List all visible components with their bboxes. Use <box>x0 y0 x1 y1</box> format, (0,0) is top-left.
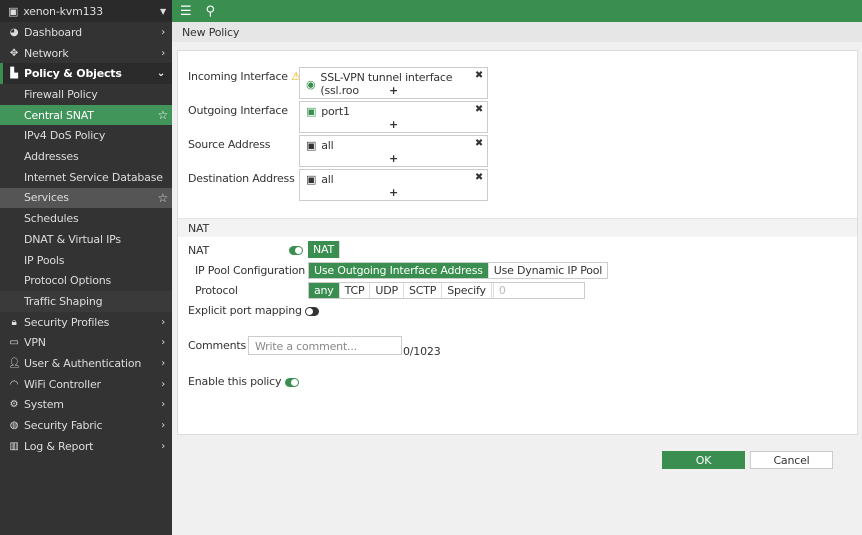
nat-toggle[interactable] <box>289 246 303 255</box>
destination-address-label: Destination Address <box>188 172 295 185</box>
chart-icon: ▥ <box>9 440 19 452</box>
wifi-icon: ◠ <box>9 378 19 390</box>
ip-pool-selector: Use Outgoing Interface Address Use Dynam… <box>308 262 609 279</box>
incoming-interface-field[interactable]: ◉ SSL-VPN tunnel interface (ssl.roo ✖ + <box>299 67 488 99</box>
fabric-icon: ◍ <box>9 420 19 432</box>
comments-label: Comments <box>188 339 247 352</box>
protocol-selector: any TCP UDP SCTP Specify 0 <box>308 282 585 299</box>
chevron-right-icon: › <box>161 26 165 38</box>
sidebar-item-system[interactable]: ⚙︎ System › <box>0 395 172 416</box>
remove-icon[interactable]: ✖ <box>475 138 483 149</box>
sidebar-item-addresses[interactable]: Addresses <box>0 146 172 167</box>
star-icon[interactable]: ☆ <box>157 191 168 205</box>
comments-counter: 0/1023 <box>403 345 441 358</box>
sidebar-item-policy-objects[interactable]: ▙ Policy & Objects ⌄ <box>0 63 172 85</box>
chevron-right-icon: › <box>161 420 165 432</box>
laptop-icon: ▭ <box>9 337 19 349</box>
remove-icon[interactable]: ✖ <box>475 104 483 115</box>
use-outgoing-interface-option[interactable]: Use Outgoing Interface Address <box>309 263 489 278</box>
explicit-port-mapping-toggle[interactable] <box>305 306 320 316</box>
sidebar-item-dashboard[interactable]: ◕ Dashboard › <box>0 22 172 43</box>
sidebar-item-security-fabric[interactable]: ◍ Security Fabric › <box>0 415 172 436</box>
sidebar-item-security-profiles[interactable]: 🔒︎ Security Profiles › <box>0 312 172 333</box>
breadcrumb: New Policy <box>172 22 862 42</box>
sidebar-item-vpn[interactable]: ▭ VPN › <box>0 333 172 354</box>
sidebar-item-wifi[interactable]: ◠ WiFi Controller › <box>0 374 172 395</box>
source-address-field[interactable]: ▣ all ✖ + <box>299 135 488 167</box>
protocol-specify[interactable]: Specify <box>442 283 492 298</box>
sidebar-item-dnat[interactable]: DNAT & Virtual IPs <box>0 229 172 250</box>
sidebar-item-network[interactable]: ✥ Network › <box>0 43 172 64</box>
port-icon: ▣ <box>306 105 317 118</box>
protocol-label: Protocol <box>195 284 238 297</box>
use-dynamic-ip-pool-option[interactable]: Use Dynamic IP Pool <box>489 263 607 278</box>
sidebar-item-log-report[interactable]: ▥ Log & Report › <box>0 436 172 457</box>
policy-form: Incoming Interface ⚠ ◉ SSL-VPN tunnel int… <box>177 50 858 435</box>
chevron-right-icon: › <box>161 440 165 452</box>
sidebar-item-firewall-policy[interactable]: Firewall Policy <box>0 84 172 105</box>
star-icon[interactable]: ☆ <box>157 108 168 122</box>
sidebar-item-schedules[interactable]: Schedules <box>0 208 172 229</box>
add-button[interactable]: + <box>300 84 487 97</box>
chevron-down-icon: ⌄ <box>156 68 165 80</box>
chevron-right-icon: › <box>161 47 165 59</box>
chevron-right-icon: › <box>161 337 165 349</box>
remove-icon[interactable]: ✖ <box>475 70 483 81</box>
sidebar-item-ip-pools[interactable]: IP Pools <box>0 250 172 271</box>
outgoing-interface-field[interactable]: ▣ port1 ✖ + <box>299 101 488 133</box>
caret-down-icon: ▼ <box>160 6 166 16</box>
chevron-right-icon: › <box>161 399 165 411</box>
destination-address-field[interactable]: ▣ all ✖ + <box>299 169 488 201</box>
nat-badge: NAT <box>308 241 341 258</box>
comments-input[interactable]: Write a comment... <box>248 336 402 355</box>
sidebar-item-traffic-shaping[interactable]: Traffic Shaping <box>0 291 172 312</box>
protocol-tcp[interactable]: TCP <box>340 283 371 298</box>
protocol-number-input[interactable]: 0 <box>492 283 584 298</box>
nat-label: NAT <box>188 244 210 257</box>
outgoing-interface-label: Outgoing Interface <box>188 104 288 117</box>
protocol-sctp[interactable]: SCTP <box>404 283 443 298</box>
policy-icon: ▙ <box>10 68 18 80</box>
nat-section-header: NAT <box>178 218 857 237</box>
ip-pool-label: IP Pool Configuration <box>195 264 306 277</box>
ok-button[interactable]: OK <box>662 451 745 469</box>
add-button[interactable]: + <box>300 118 487 131</box>
enable-policy-toggle[interactable] <box>284 377 299 387</box>
gear-icon: ⚙︎ <box>9 399 19 411</box>
address-icon: ▣ <box>306 139 317 152</box>
chevron-right-icon: › <box>161 316 165 328</box>
device-icon: ▣ <box>8 4 19 18</box>
sidebar-item-central-snat[interactable]: Central SNAT ☆ <box>0 104 172 126</box>
dashboard-icon: ◕ <box>9 26 19 38</box>
cancel-button[interactable]: Cancel <box>750 451 833 469</box>
user-icon: 👤︎ <box>8 358 21 370</box>
enable-policy-label: Enable this policy <box>188 375 299 388</box>
sidebar-item-isdb[interactable]: Internet Service Database <box>0 167 172 188</box>
address-icon: ▣ <box>306 173 317 186</box>
sidebar-item-ipv4-dos[interactable]: IPv4 DoS Policy <box>0 126 172 147</box>
sidebar-item-protocol-options[interactable]: Protocol Options <box>0 270 172 291</box>
search-icon[interactable]: ⚲ <box>205 4 215 19</box>
protocol-any[interactable]: any <box>309 283 340 298</box>
network-icon: ✥ <box>9 47 19 59</box>
menu-icon[interactable]: ☰ <box>180 4 192 19</box>
sidebar-item-user-auth[interactable]: 👤︎ User & Authentication › <box>0 353 172 374</box>
lock-icon: 🔒︎ <box>11 316 17 328</box>
explicit-port-mapping-label: Explicit port mapping <box>188 304 320 317</box>
sidebar-item-services[interactable]: Services ☆ <box>0 187 172 209</box>
add-button[interactable]: + <box>300 152 487 165</box>
source-address-label: Source Address <box>188 138 271 151</box>
device-selector[interactable]: ▣ xenon-kvm133 ▼ <box>0 0 172 22</box>
chevron-right-icon: › <box>161 358 165 370</box>
incoming-interface-label: Incoming Interface ⚠ <box>188 70 301 83</box>
protocol-udp[interactable]: UDP <box>370 283 404 298</box>
top-bar: ☰ ⚲ <box>172 0 862 22</box>
add-button[interactable]: + <box>300 186 487 199</box>
chevron-right-icon: › <box>161 378 165 390</box>
remove-icon[interactable]: ✖ <box>475 172 483 183</box>
sidebar: ▣ xenon-kvm133 ▼ ◕ Dashboard › ✥ Network › ▙ Po… <box>0 0 172 535</box>
